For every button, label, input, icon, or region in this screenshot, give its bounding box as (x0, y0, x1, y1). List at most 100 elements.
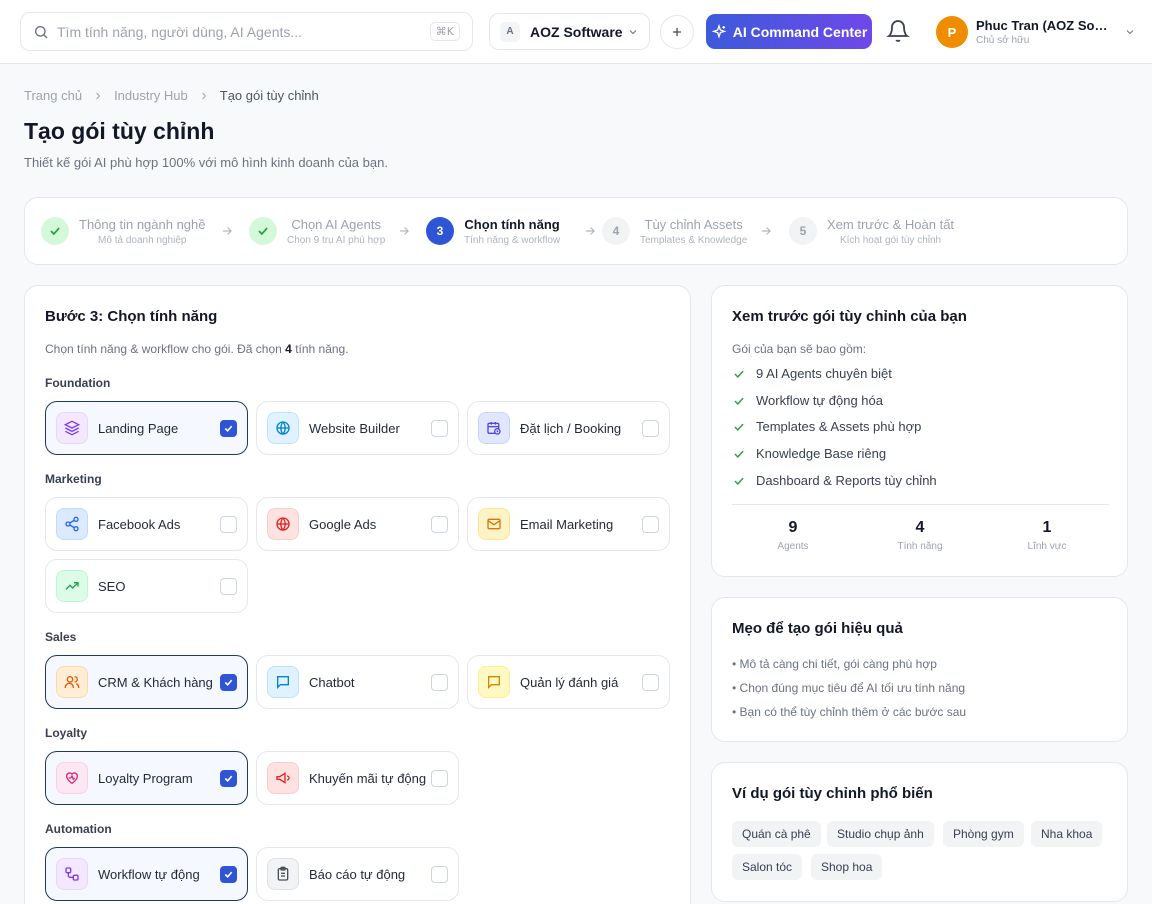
check-icon (734, 450, 744, 458)
feature-checkbox[interactable] (220, 673, 237, 691)
tip-item: • Bạn có thể tùy chỉnh thêm ở các bước s… (732, 705, 967, 719)
group-label-automation: Automation (45, 822, 112, 836)
feature-label: Landing Page (98, 420, 179, 436)
stat-value: 1 (1042, 519, 1052, 536)
chat-icon (478, 666, 510, 698)
divider (732, 504, 1109, 505)
feature-label: Email Marketing (520, 516, 614, 532)
feature-checkbox[interactable] (431, 515, 448, 533)
feature-checkbox[interactable] (220, 419, 237, 437)
group-label-marketing: Marketing (45, 472, 102, 486)
top-bar: Tìm tính năng, người dùng, AI Agents... … (0, 0, 1152, 64)
feature-landing-page[interactable]: Landing Page (45, 401, 248, 455)
feature-checkbox[interactable] (220, 577, 237, 595)
step-3[interactable]: 3 Chọn tính năng Tính năng & workflow (426, 198, 560, 264)
breadcrumb-home[interactable]: Trang chủ (24, 88, 82, 103)
tips-card: Mẹo để tạo gói hiệu quả • Mô tả càng chi… (711, 597, 1128, 742)
example-chip[interactable]: Quán cà phê (732, 821, 821, 847)
feature-label: Quản lý đánh giá (520, 674, 619, 690)
chevron-down-icon (1126, 30, 1134, 35)
share-icon (56, 508, 88, 540)
feature-checkbox[interactable] (220, 515, 237, 533)
feature-auto-promotion[interactable]: Khuyến mãi tự động (256, 751, 459, 805)
feature-facebook-ads[interactable]: Facebook Ads (45, 497, 248, 551)
feature-google-ads[interactable]: Google Ads (256, 497, 459, 551)
user-menu[interactable]: P Phuc Tran (AOZ Software) Chủ sở hữu (936, 14, 1136, 50)
feature-loyalty-program[interactable]: Loyalty Program (45, 751, 248, 805)
feature-label: CRM & Khách hàng (98, 674, 213, 690)
feature-checkbox[interactable] (642, 673, 659, 691)
breadcrumb-current: Tạo gói tùy chỉnh (219, 88, 319, 103)
stat-label: Lĩnh vực (1027, 541, 1067, 552)
feature-selection-card: Bước 3: Chọn tính năng Chọn tính năng & … (24, 285, 691, 904)
globe-icon (267, 412, 299, 444)
search-shortcut: ⌘K (429, 22, 460, 41)
step-done-badge (249, 217, 277, 245)
example-chip[interactable]: Salon tóc (732, 854, 803, 880)
stat-agents: 9 Agents (743, 519, 843, 552)
feature-seo[interactable]: SEO (45, 559, 248, 613)
chevron-down-icon (629, 29, 637, 34)
chat-icon (267, 666, 299, 698)
feature-checkbox[interactable] (431, 673, 448, 691)
add-button[interactable] (660, 15, 694, 49)
feature-crm[interactable]: CRM & Khách hàng (45, 655, 248, 709)
package-preview-card: Xem trước gói tùy chỉnh của bạn Gói của … (711, 285, 1128, 577)
calendar-clock-icon (478, 412, 510, 444)
feature-checkbox[interactable] (431, 769, 448, 787)
stat-features: 4 Tính năng (870, 519, 970, 552)
step-2[interactable]: Chọn AI Agents Chọn 9 trụ AI phù hợp (249, 198, 385, 264)
tip-item: • Chọn đúng mục tiêu để AI tối ưu tính n… (732, 681, 966, 695)
example-chip[interactable]: Nha khoa (1031, 821, 1103, 847)
globe-icon (267, 508, 299, 540)
step-number-badge: 4 (602, 217, 630, 245)
step-title: Chọn AI Agents (291, 216, 381, 232)
feature-checkbox[interactable] (431, 865, 448, 883)
step-5[interactable]: 5 Xem trước & Hoàn tất Kích hoạt gói tùy… (789, 198, 954, 264)
feature-chatbot[interactable]: Chatbot (256, 655, 459, 709)
feature-email-marketing[interactable]: Email Marketing (467, 497, 670, 551)
include-item: Templates & Assets phù hợp (732, 419, 921, 434)
feature-checkbox[interactable] (431, 419, 448, 437)
notifications-button[interactable] (886, 19, 910, 48)
stat-domains: 1 Lĩnh vực (997, 519, 1097, 552)
feature-label: Workflow tự động (98, 866, 200, 882)
feature-checkbox[interactable] (220, 865, 237, 883)
group-label-sales: Sales (45, 630, 77, 644)
feature-label: Loyalty Program (98, 770, 193, 786)
arrow-right-icon (399, 227, 409, 235)
breadcrumb-industry-hub[interactable]: Industry Hub (114, 88, 188, 103)
example-chip[interactable]: Studio chụp ảnh (827, 821, 934, 847)
plus-icon (672, 27, 682, 37)
page-subtitle: Thiết kế gói AI phù hợp 100% với mô hình… (24, 155, 388, 170)
stat-value: 4 (915, 519, 925, 536)
feature-label: Facebook Ads (98, 516, 181, 532)
step-number-badge: 5 (789, 217, 817, 245)
search-box[interactable]: Tìm tính năng, người dùng, AI Agents... … (20, 12, 473, 51)
user-role: Chủ sở hữu (976, 35, 1030, 46)
feature-label: Khuyến mãi tự động (309, 770, 427, 786)
ai-command-center-button[interactable]: AI Command Center (706, 14, 872, 49)
card-title: Ví dụ gói tùy chỉnh phổ biến (732, 785, 933, 802)
step-desc: Kích hoạt gói tùy chỉnh (839, 234, 942, 246)
feature-label: Google Ads (309, 516, 377, 532)
example-chip[interactable]: Phòng gym (943, 821, 1024, 847)
feature-auto-report[interactable]: Báo cáo tự động (256, 847, 459, 901)
feature-booking[interactable]: Đặt lịch / Booking (467, 401, 670, 455)
stat-value: 9 (788, 519, 798, 536)
step-4[interactable]: 4 Tùy chỉnh Assets Templates & Knowledge (602, 198, 747, 264)
feature-checkbox[interactable] (642, 515, 659, 533)
feature-label: SEO (98, 578, 126, 594)
feature-website-builder[interactable]: Website Builder (256, 401, 459, 455)
feature-review-management[interactable]: Quản lý đánh giá (467, 655, 670, 709)
step-title: Chọn tính năng (464, 216, 560, 232)
feature-workflow[interactable]: Workflow tự động (45, 847, 248, 901)
feature-checkbox[interactable] (642, 419, 659, 437)
org-switcher[interactable]: A AOZ Software (489, 13, 650, 50)
search-input[interactable]: Tìm tính năng, người dùng, AI Agents... (57, 24, 430, 40)
example-chip[interactable]: Shop hoa (811, 854, 883, 880)
feature-checkbox[interactable] (220, 769, 237, 787)
search-icon (35, 25, 48, 38)
step-1[interactable]: Thông tin ngành nghề Mô tả doanh nghiệp (41, 198, 206, 264)
chevron-right-icon (96, 92, 101, 99)
